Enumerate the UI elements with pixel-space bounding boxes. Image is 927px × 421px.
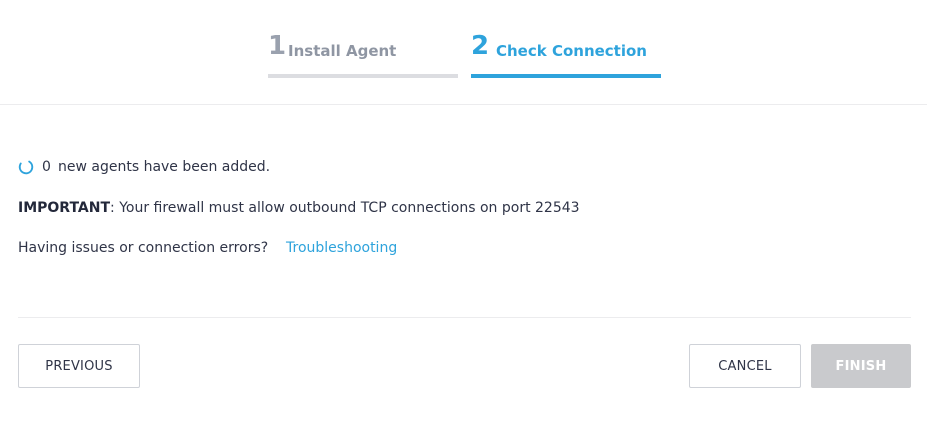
loading-spinner-icon bbox=[18, 159, 34, 175]
step-progress-bar bbox=[471, 74, 661, 78]
help-line: Having issues or connection errors? Trou… bbox=[18, 238, 397, 258]
cancel-button[interactable]: CANCEL bbox=[689, 344, 801, 388]
check-connection-page: 1 Install Agent 2 Check Connection 0 new… bbox=[0, 0, 927, 421]
agents-status-text: new agents have been added. bbox=[58, 159, 271, 175]
step-label: Check Connection bbox=[496, 42, 647, 60]
step-number: 1 bbox=[268, 31, 287, 61]
finish-button[interactable]: FINISH bbox=[811, 344, 911, 388]
step-check-connection[interactable]: 2 Check Connection bbox=[471, 30, 661, 78]
help-question: Having issues or connection errors? bbox=[18, 240, 269, 256]
firewall-notice: IMPORTANT: Your firewall must allow outb… bbox=[18, 198, 580, 218]
step-install-agent[interactable]: 1 Install Agent bbox=[268, 30, 458, 78]
wizard-stepper: 1 Install Agent 2 Check Connection bbox=[0, 0, 927, 105]
important-label: IMPORTANT bbox=[18, 200, 111, 216]
previous-button[interactable]: PREVIOUS bbox=[18, 344, 140, 388]
step-label: Install Agent bbox=[288, 42, 397, 60]
step-progress-bar bbox=[268, 74, 458, 78]
agents-count: 0 bbox=[42, 159, 51, 175]
footer-divider bbox=[18, 317, 911, 318]
troubleshooting-link[interactable]: Troubleshooting bbox=[286, 238, 397, 258]
firewall-notice-text: : Your firewall must allow outbound TCP … bbox=[110, 200, 580, 216]
step-number: 2 bbox=[471, 31, 490, 61]
